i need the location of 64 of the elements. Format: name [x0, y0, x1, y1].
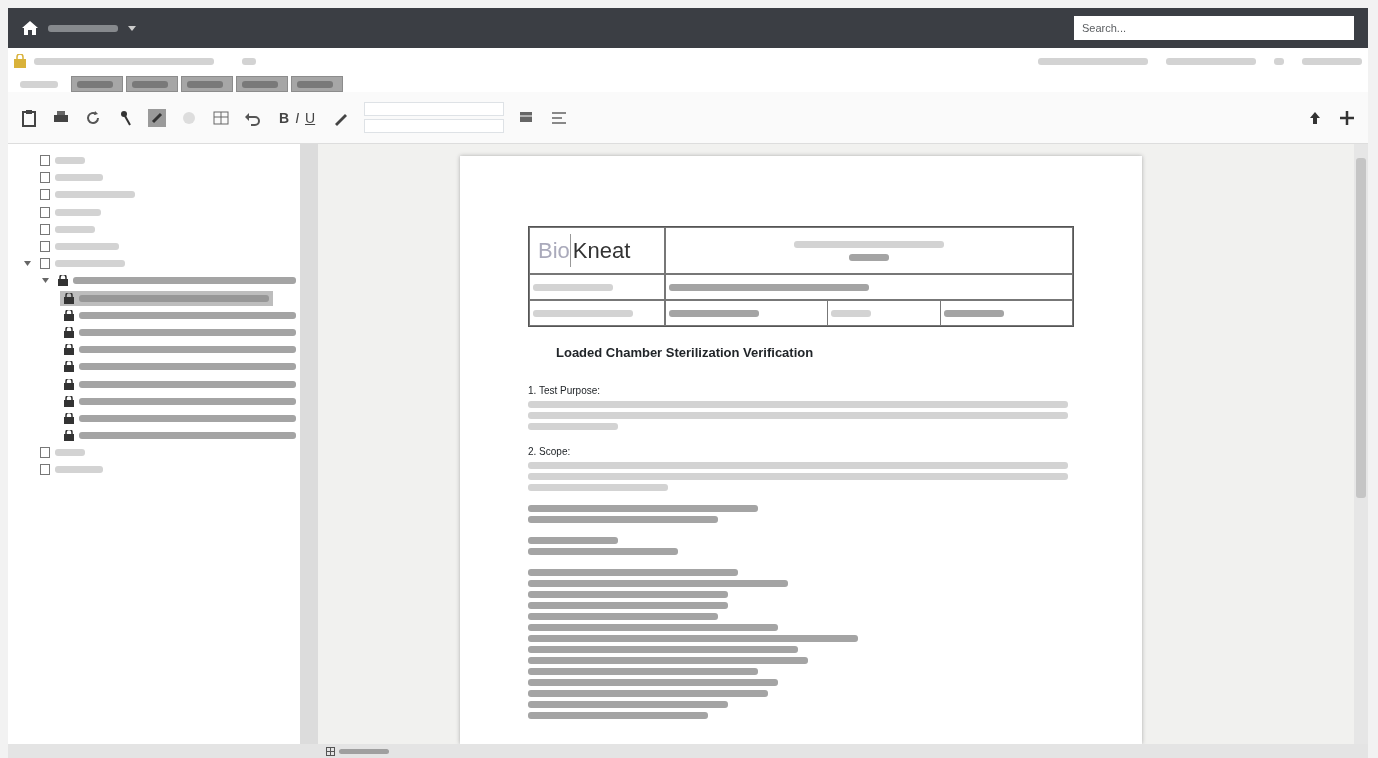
- page-icon: [40, 447, 50, 459]
- blurred-text: [339, 748, 389, 754]
- plus-icon[interactable]: [1338, 108, 1356, 127]
- format-button[interactable]: I: [292, 110, 302, 125]
- blurred-text: [55, 208, 101, 216]
- search-field[interactable]: Search...: [1074, 16, 1354, 40]
- section-title: 1. Test Purpose:: [528, 383, 602, 398]
- lock-icon: [64, 395, 74, 407]
- page-icon: [40, 464, 50, 476]
- lock-icon: [64, 309, 74, 321]
- blurred-text: [187, 80, 223, 88]
- blurred-text: [297, 80, 333, 88]
- blurred-text: [55, 449, 85, 457]
- brush-icon[interactable]: [148, 108, 166, 127]
- blurred-text: [831, 310, 872, 317]
- blurred-text: [55, 260, 125, 268]
- blurred-text: [77, 80, 113, 88]
- blurred-text: [55, 157, 85, 165]
- lock-icon: [64, 292, 74, 304]
- size-field[interactable]: [364, 119, 505, 133]
- blurred-text: [55, 225, 95, 233]
- expander-icon[interactable]: [24, 260, 31, 268]
- blurred-text: [242, 80, 278, 88]
- page-icon: [40, 223, 50, 235]
- format-button[interactable]: U: [302, 110, 319, 125]
- blurred-text: [849, 253, 889, 261]
- blurred-text: [55, 243, 119, 251]
- scrollbar-thumb[interactable]: [1356, 158, 1366, 498]
- blurred-text: [55, 466, 103, 474]
- blurred-text: [20, 80, 58, 88]
- clipboard-icon[interactable]: [20, 108, 38, 127]
- blurred-text: [1302, 57, 1362, 65]
- page-icon: [40, 241, 50, 253]
- blurred-text: [242, 57, 256, 65]
- lock-icon: [58, 275, 68, 287]
- lock-icon: [14, 54, 26, 68]
- blurred-text: [943, 310, 1004, 317]
- font-field[interactable]: [364, 102, 505, 116]
- blurred-text: [48, 24, 118, 32]
- table-icon[interactable]: [212, 108, 230, 127]
- tree-item[interactable]: [60, 290, 273, 306]
- home-icon[interactable]: [22, 21, 38, 35]
- expander-icon[interactable]: [42, 277, 49, 285]
- caret-icon[interactable]: [128, 25, 136, 31]
- format-button[interactable]: B: [276, 110, 293, 125]
- page-icon: [40, 206, 50, 218]
- lock-icon: [64, 326, 74, 338]
- lock-icon: [64, 361, 74, 373]
- page-icon: [40, 172, 50, 184]
- lock-icon: [64, 430, 74, 442]
- lock-icon: [64, 378, 74, 390]
- refresh-icon[interactable]: [84, 108, 102, 127]
- blurred-text: [132, 80, 168, 88]
- section-heading: Loaded Chamber Sterilization Verification: [556, 344, 815, 362]
- blurred-text: [1274, 57, 1284, 65]
- section-title: 2. Scope:: [528, 444, 572, 459]
- page-icon: [40, 258, 50, 270]
- blurred-text: [55, 174, 103, 182]
- grid-icon: [326, 746, 335, 756]
- page-icon: [40, 155, 50, 167]
- page-icon: [40, 189, 50, 201]
- lock-icon: [64, 412, 74, 424]
- logo: Bio Kneat: [529, 227, 665, 274]
- lock-icon: [64, 344, 74, 356]
